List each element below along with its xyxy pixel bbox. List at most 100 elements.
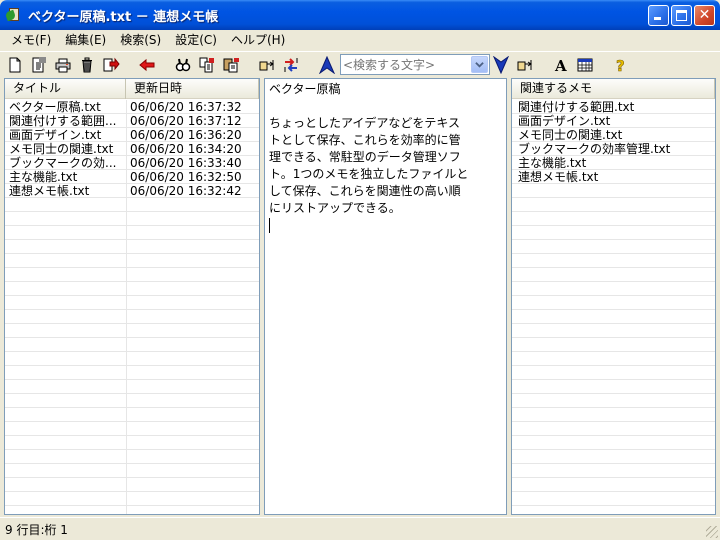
list-item[interactable]: メモ同士の関連.txt xyxy=(512,128,715,142)
memo-title-cell: ブックマークの効... xyxy=(9,156,117,170)
list-item[interactable]: 関連付けする範囲.txt xyxy=(512,100,715,114)
search-down-icon xyxy=(493,56,509,74)
memo-date-cell: 06/06/20 16:34:20 xyxy=(130,142,242,156)
back-button[interactable] xyxy=(136,54,158,76)
new-file-icon xyxy=(9,57,21,73)
svg-text:A: A xyxy=(554,57,567,74)
resize-grip[interactable] xyxy=(706,526,718,538)
title-bar[interactable]: ベクター原稿.txt － 連想メモ帳 ✕ xyxy=(0,0,720,30)
print-button[interactable] xyxy=(52,54,74,76)
open-file-icon xyxy=(32,57,46,73)
search-combobox[interactable] xyxy=(340,54,490,75)
open-file-button[interactable] xyxy=(28,54,50,76)
toolbar: A ? xyxy=(0,51,720,77)
search-up-button[interactable] xyxy=(316,54,338,76)
list-item[interactable]: ブックマークの効率管理.txt xyxy=(512,142,715,156)
memo-title-cell: ベクター原稿.txt xyxy=(9,100,101,114)
related-memo-rows: 関連付けする範囲.txt 画面デザイン.txt メモ同士の関連.txt ブックマークの… xyxy=(512,100,715,514)
list-item[interactable]: 主な機能.txt xyxy=(512,156,715,170)
table-row[interactable]: ベクター原稿.txt 06/06/20 16:37:32 xyxy=(5,100,259,114)
find-icon xyxy=(175,58,191,72)
memo-date-cell: 06/06/20 16:33:40 xyxy=(130,156,242,170)
memo-date-cell: 06/06/20 16:37:12 xyxy=(130,114,242,128)
cursor-position: 9 行目:桁 1 xyxy=(5,522,68,537)
link-button[interactable] xyxy=(256,54,278,76)
memo-title-cell: 主な機能.txt xyxy=(9,170,78,184)
jump-button[interactable] xyxy=(514,54,536,76)
search-dropdown-button[interactable] xyxy=(471,56,488,73)
table-row[interactable]: メモ同士の関連.txt 06/06/20 16:34:20 xyxy=(5,142,259,156)
menu-edit[interactable]: 編集(E) xyxy=(58,30,113,50)
delete-button[interactable] xyxy=(76,54,98,76)
memo-line: 理できる、常駐型のデータ管理ソフ xyxy=(269,150,461,164)
menu-memo[interactable]: メモ(F) xyxy=(4,30,58,50)
help-icon: ? xyxy=(616,57,625,74)
find-button[interactable] xyxy=(172,54,194,76)
table-icon xyxy=(577,58,593,72)
table-button[interactable] xyxy=(574,54,596,76)
memo-line: にリストアップできる。 xyxy=(269,201,401,215)
trash-icon xyxy=(82,57,92,73)
memo-text-area[interactable]: ベクター原稿ちょっとしたアイデアなどをテキス トとして保存、これらを効率的に管 理で… xyxy=(265,79,506,514)
list-item[interactable]: 画面デザイン.txt xyxy=(512,114,715,128)
table-row[interactable]: 画面デザイン.txt 06/06/20 16:36:20 xyxy=(5,128,259,142)
new-file-button[interactable] xyxy=(4,54,26,76)
jump-icon xyxy=(517,60,532,71)
list-item[interactable]: 連想メモ帳.txt xyxy=(512,170,715,184)
export-icon xyxy=(103,57,120,72)
memo-date-cell: 06/06/20 16:36:20 xyxy=(130,128,242,142)
menu-settings[interactable]: 設定(C) xyxy=(168,30,224,50)
memo-date-cell: 06/06/20 16:32:42 xyxy=(130,184,242,198)
copy-icon xyxy=(199,57,214,73)
chevron-down-icon xyxy=(475,62,484,68)
text-caret xyxy=(269,218,270,233)
svg-text:?: ? xyxy=(616,57,625,74)
menu-help[interactable]: ヘルプ(H) xyxy=(224,30,292,50)
window-title: ベクター原稿.txt － 連想メモ帳 xyxy=(28,9,219,25)
memo-title-cell: メモ同士の関連.txt xyxy=(9,142,114,156)
table-row[interactable]: 連想メモ帳.txt 06/06/20 16:32:42 xyxy=(5,184,259,198)
paste-button[interactable] xyxy=(220,54,242,76)
minimize-icon xyxy=(654,17,661,20)
column-header-date[interactable]: 更新日時 xyxy=(126,79,259,99)
memo-title-cell: 連想メモ帳.txt xyxy=(9,184,90,198)
maximize-icon xyxy=(676,10,687,21)
memo-list-rows: ベクター原稿.txt 06/06/20 16:37:32 関連付けする範囲... 06… xyxy=(5,100,259,514)
memo-line: ベクター原稿 xyxy=(269,82,341,96)
memo-line: して保存、これらを関連性の高い順 xyxy=(269,184,461,198)
minimize-button[interactable] xyxy=(648,5,669,26)
column-header-related[interactable]: 関連するメモ xyxy=(512,79,715,99)
memo-line: ちょっとしたアイデアなどをテキス xyxy=(269,116,461,130)
memo-title-cell: 関連付けする範囲... xyxy=(9,114,117,128)
table-row[interactable]: ブックマークの効... 06/06/20 16:33:40 xyxy=(5,156,259,170)
sort-icon xyxy=(284,58,298,72)
table-row[interactable]: 関連付けする範囲... 06/06/20 16:37:12 xyxy=(5,114,259,128)
search-down-button[interactable] xyxy=(490,54,512,76)
print-icon xyxy=(55,58,71,73)
search-input[interactable] xyxy=(341,57,465,72)
memo-line xyxy=(269,98,502,115)
app-icon[interactable] xyxy=(4,7,22,23)
menu-search[interactable]: 検索(S) xyxy=(113,30,168,50)
close-button[interactable]: ✕ xyxy=(694,5,715,26)
search-up-icon xyxy=(319,56,335,74)
export-button[interactable] xyxy=(100,54,122,76)
maximize-button[interactable] xyxy=(671,5,692,26)
sort-button[interactable] xyxy=(280,54,302,76)
memo-date-cell: 06/06/20 16:32:50 xyxy=(130,170,242,184)
column-header-title[interactable]: タイトル xyxy=(5,79,126,99)
memo-editor[interactable]: ベクター原稿ちょっとしたアイデアなどをテキス トとして保存、これらを効率的に管 理で… xyxy=(264,78,507,515)
font-button[interactable]: A xyxy=(550,54,572,76)
memo-list-header: タイトル 更新日時 xyxy=(5,79,259,99)
close-icon: ✕ xyxy=(698,7,711,23)
help-button[interactable]: ? xyxy=(610,54,632,76)
memo-line: トとして保存、これらを効率的に管 xyxy=(269,133,461,147)
memo-list-pane[interactable]: タイトル 更新日時 ベクター原稿.txt 06/06/20 16:37:32 関連付… xyxy=(4,78,260,515)
menu-bar: メモ(F) 編集(E) 検索(S) 設定(C) ヘルプ(H) xyxy=(0,30,720,50)
link-icon xyxy=(259,60,274,71)
status-bar: 9 行目:桁 1 xyxy=(0,517,720,540)
table-row[interactable]: 主な機能.txt 06/06/20 16:32:50 xyxy=(5,170,259,184)
related-memo-pane[interactable]: 関連するメモ 関連付けする範囲.txt 画面デザイン.txt メモ同士の関連.txt… xyxy=(511,78,716,515)
copy-button[interactable] xyxy=(196,54,218,76)
related-header: 関連するメモ xyxy=(512,79,715,99)
